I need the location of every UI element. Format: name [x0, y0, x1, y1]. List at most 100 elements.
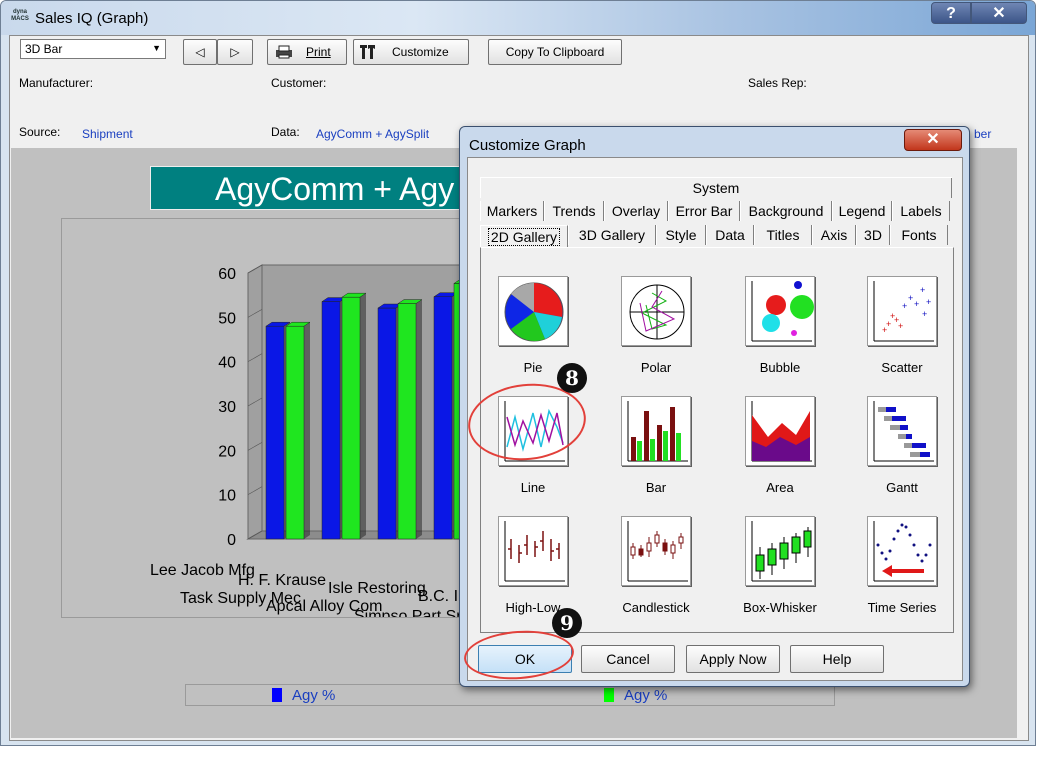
next-button[interactable]: ▷: [217, 39, 253, 65]
svg-text:+: +: [926, 297, 931, 307]
chart-type-dropdown[interactable]: 3D Bar ▼: [20, 39, 166, 59]
tab-2d-gallery[interactable]: 2D Gallery: [480, 225, 568, 247]
legend-swatch-2: [604, 688, 614, 702]
category-label: Simpso Part Sp: [354, 608, 465, 617]
svg-text:+: +: [908, 293, 913, 303]
tools-icon: [360, 45, 375, 59]
time-series-label: Time Series: [867, 600, 937, 615]
chart-legend: Agy % Agy %: [185, 684, 835, 706]
data-value: AgyComm + AgySplit: [316, 127, 430, 141]
category-label: H. F. Krause: [238, 572, 326, 589]
source-value: Shipment: [82, 127, 133, 141]
legend-label-2: Agy %: [624, 687, 668, 704]
cancel-button[interactable]: Cancel: [581, 645, 675, 673]
data-label: Data:: [271, 125, 300, 139]
manufacturer-label: Manufacturer:: [19, 76, 94, 90]
high-low-chart-tile[interactable]: [498, 516, 568, 586]
line-label: Line: [520, 480, 546, 495]
bar-side-2-1: [360, 293, 366, 539]
polar-chart-icon: [629, 284, 685, 340]
tab-style[interactable]: Style: [656, 225, 706, 245]
candlestick-chart-tile[interactable]: [621, 516, 691, 586]
candlestick-chart-icon: [627, 521, 688, 582]
bar-side-2-0: [304, 322, 310, 539]
tab-fonts[interactable]: Fonts: [890, 225, 948, 245]
high-low-chart-icon: [504, 521, 565, 582]
box-whisker-chart-tile[interactable]: [745, 516, 815, 586]
source-label: Source:: [19, 125, 61, 139]
step-9-badge: 9: [552, 608, 582, 638]
gantt-chart-icon: [873, 401, 934, 462]
previous-button[interactable]: ◁: [183, 39, 217, 65]
bar-2-2: [397, 303, 417, 540]
tab-2d-gallery-label: 2D Gallery: [487, 228, 561, 246]
tab-overlay[interactable]: Overlay: [604, 201, 668, 221]
tab-3d-gallery[interactable]: 3D Gallery: [568, 225, 656, 245]
tab-legend[interactable]: Legend: [832, 201, 892, 221]
tab-system[interactable]: System: [480, 178, 952, 198]
tab-background[interactable]: Background: [740, 201, 832, 221]
gantt-chart-tile[interactable]: [867, 396, 937, 466]
tab-axis[interactable]: Axis: [812, 225, 856, 245]
bar-1-2: [377, 307, 397, 540]
gantt-label: Gantt: [886, 480, 918, 495]
y-tick-label: 20: [218, 443, 236, 460]
legend-swatch-1: [272, 688, 282, 702]
tab-error-bar[interactable]: Error Bar: [668, 201, 740, 221]
bubble-label: Bubble: [759, 360, 801, 375]
area-chart-tile[interactable]: [745, 396, 815, 466]
apply-now-button[interactable]: Apply Now: [686, 645, 780, 673]
bar-chart-icon: [627, 401, 688, 462]
box-whisker-label: Box-Whisker: [743, 600, 817, 615]
window-title: Sales IQ (Graph): [35, 10, 149, 27]
tab-3d[interactable]: 3D: [856, 225, 890, 245]
info-partial-value: ber: [974, 127, 992, 141]
time-series-chart-tile[interactable]: [867, 516, 937, 586]
step-8-badge: 8: [557, 363, 587, 393]
app-logo: dyna MACS: [11, 9, 29, 22]
tab-row-1: System: [480, 177, 952, 198]
svg-text:+: +: [914, 299, 919, 309]
y-tick-label: 30: [218, 399, 236, 416]
help-button[interactable]: Help: [790, 645, 884, 673]
area-chart-icon: [751, 401, 812, 462]
previous-arrow-icon: ◁: [195, 45, 205, 59]
bar-chart-tile[interactable]: [621, 396, 691, 466]
area-label: Area: [766, 480, 794, 495]
print-label: Print: [306, 45, 331, 59]
pie-chart-tile[interactable]: [498, 276, 568, 346]
scatter-label: Scatter: [881, 360, 923, 375]
print-button[interactable]: Print: [267, 39, 347, 65]
candlestick-label: Candlestick: [622, 600, 690, 615]
bar-1-3: [433, 296, 453, 540]
bar-1-1: [321, 301, 341, 540]
svg-text:+: +: [882, 325, 887, 335]
tab-labels[interactable]: Labels: [892, 201, 950, 221]
tab-markers[interactable]: Markers: [480, 201, 544, 221]
customer-label: Customer:: [271, 76, 327, 90]
customize-button[interactable]: Customize: [353, 39, 469, 65]
tab-trends[interactable]: Trends: [544, 201, 604, 221]
y-tick-label: 60: [218, 266, 236, 283]
scatter-chart-tile[interactable]: + + + + + + + + + + +: [867, 276, 937, 346]
help-caption-button[interactable]: ?: [931, 2, 971, 24]
dialog-close-button[interactable]: ✕: [904, 129, 962, 151]
tab-titles[interactable]: Titles: [754, 225, 812, 245]
next-arrow-icon: ▷: [230, 45, 240, 59]
chart-title: AgyComm + Agy: [215, 171, 455, 207]
time-series-chart-icon: [873, 521, 934, 582]
close-window-button[interactable]: ✕: [971, 2, 1027, 24]
copy-to-clipboard-button[interactable]: Copy To Clipboard: [488, 39, 622, 65]
bar-1-0: [265, 325, 285, 540]
chart-type-value: 3D Bar: [25, 42, 63, 56]
bubble-chart-tile[interactable]: [745, 276, 815, 346]
tab-data[interactable]: Data: [706, 225, 754, 245]
pie-chart-icon: [504, 282, 564, 342]
tab-row-2: Markers Trends Overlay Error Bar Backgro…: [480, 201, 952, 221]
dropdown-arrow-icon: ▼: [152, 43, 161, 53]
bubble-chart-icon: [751, 281, 814, 342]
y-tick-label: 0: [227, 532, 236, 549]
dialog-title: Customize Graph: [469, 137, 586, 154]
polar-chart-tile[interactable]: [621, 276, 691, 346]
customize-label: Customize: [392, 45, 449, 59]
